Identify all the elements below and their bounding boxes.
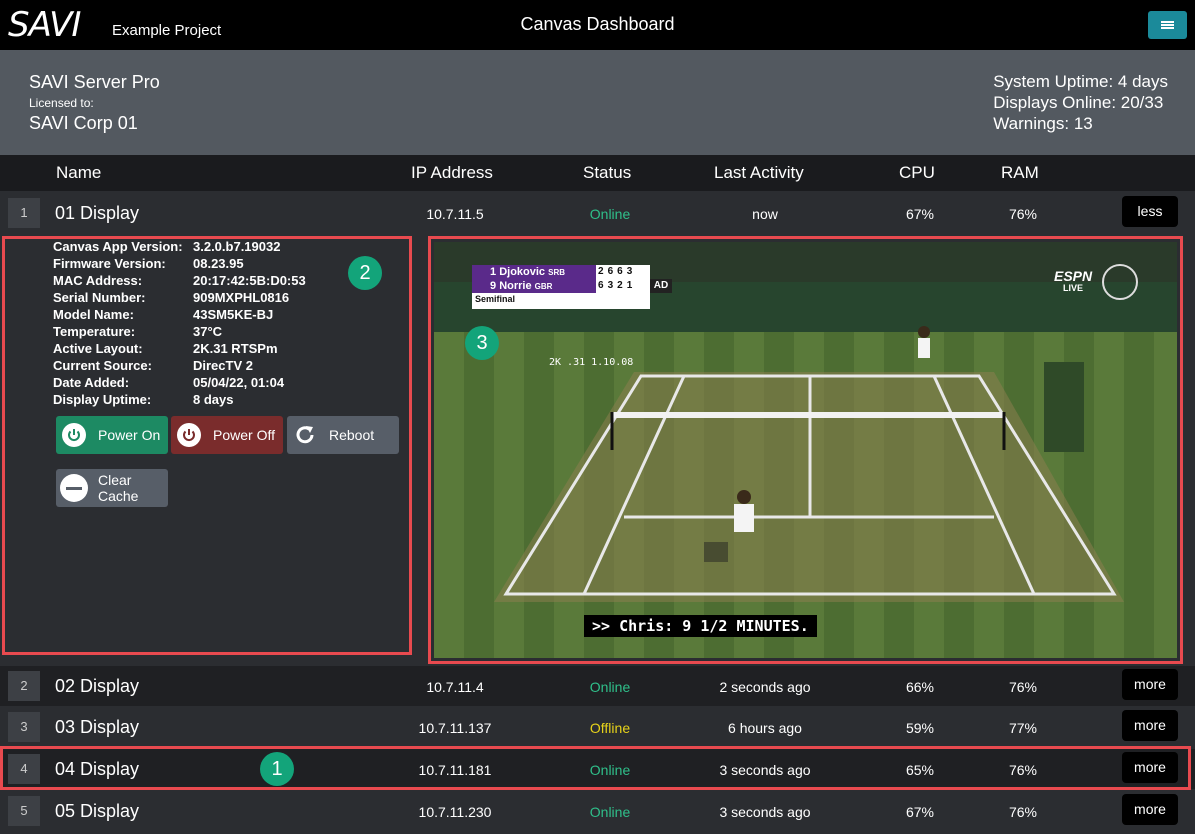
more-button[interactable]: more — [1122, 710, 1178, 741]
licensed-label: Licensed to: — [29, 96, 94, 110]
cpu-usage: 67% — [905, 206, 935, 222]
last-activity: 3 seconds ago — [719, 762, 811, 778]
cpu-usage: 65% — [905, 762, 935, 778]
live-preview-box: 1 Djokovic SRB 9 Norrie GBR 2663 6321 AD… — [428, 236, 1183, 664]
ip-address: 10.7.11.230 — [418, 804, 492, 820]
server-summary: SAVI Server Pro Licensed to: SAVI Corp 0… — [0, 50, 1195, 155]
row-index: 4 — [8, 754, 40, 784]
row-index: 2 — [8, 671, 40, 701]
status-badge: Online — [589, 762, 631, 778]
col-ram[interactable]: RAM — [1001, 163, 1039, 183]
ram-usage: 76% — [1008, 679, 1038, 695]
hamburger-menu-button[interactable] — [1148, 11, 1187, 39]
live-video-preview[interactable]: 1 Djokovic SRB 9 Norrie GBR 2663 6321 AD… — [434, 242, 1177, 658]
warnings-count: Warnings: 13 — [993, 114, 1093, 133]
display-name: 05 Display — [55, 801, 140, 821]
less-button[interactable]: less — [1122, 196, 1178, 227]
cpu-usage: 67% — [905, 804, 935, 820]
system-stats: System Uptime: 4 days Displays Online: 2… — [993, 71, 1168, 134]
col-activity[interactable]: Last Activity — [714, 163, 804, 183]
more-button[interactable]: more — [1122, 752, 1178, 783]
row-index: 3 — [8, 712, 40, 742]
reboot-button[interactable]: Reboot — [287, 416, 399, 454]
system-uptime: System Uptime: 4 days — [993, 72, 1168, 91]
licensee-name: SAVI Corp 01 — [29, 113, 138, 133]
hamburger-icon — [1161, 21, 1174, 29]
power-off-button[interactable]: Power Off — [171, 416, 283, 454]
ram-usage: 76% — [1008, 762, 1038, 778]
ram-usage: 76% — [1008, 206, 1038, 222]
callout-badge-2: 2 — [348, 256, 382, 290]
power-icon — [171, 416, 207, 454]
display-detail-panel: Canvas App Version: 3.2.0.b7.19032 Firmwa… — [0, 234, 1195, 666]
cpu-usage: 59% — [905, 720, 935, 736]
last-activity: 6 hours ago — [728, 720, 802, 736]
ram-usage: 76% — [1008, 804, 1038, 820]
displays-online: Displays Online: 20/33 — [993, 93, 1164, 112]
detail-layout: Active Layout: 2K.31 RTSPm — [53, 341, 278, 356]
display-name: 01 Display — [55, 203, 140, 223]
scoreboard: 1 Djokovic SRB 9 Norrie GBR 2663 6321 AD… — [472, 265, 672, 309]
display-name: 02 Display — [55, 676, 140, 696]
video-overlay-text: 2K .31 1.10.08 — [549, 357, 634, 368]
status-badge: Online — [589, 206, 631, 222]
display-name: 03 Display — [55, 717, 140, 737]
detail-app-version: Canvas App Version: 3.2.0.b7.19032 — [53, 239, 281, 254]
detail-temperature: Temperature: 37°C — [53, 324, 223, 339]
cpu-usage: 66% — [905, 679, 935, 695]
ip-address: 10.7.11.5 — [426, 206, 484, 222]
last-activity: 2 seconds ago — [719, 679, 811, 695]
display-name: 04 Display — [55, 759, 140, 779]
col-name[interactable]: Name — [56, 163, 101, 183]
detail-source: Current Source: DirecTV 2 — [53, 358, 253, 373]
last-activity: 3 seconds ago — [719, 804, 811, 820]
ram-usage: 77% — [1008, 720, 1038, 736]
table-row[interactable]: 3 03 Display 10.7.11.137 Offline 6 hours… — [0, 707, 1195, 747]
video-caption: >> Chris: 9 1/2 MINUTES. — [584, 615, 817, 637]
callout-badge-3: 3 — [465, 326, 499, 360]
col-status[interactable]: Status — [583, 163, 631, 183]
ip-address: 10.7.11.181 — [418, 762, 492, 778]
callout-badge-1: 1 — [260, 752, 294, 786]
detail-date-added: Date Added: 05/04/22, 01:04 — [53, 375, 285, 390]
detail-firmware: Firmware Version: 08.23.95 — [53, 256, 244, 271]
power-icon — [56, 416, 92, 454]
detail-mac: MAC Address: 20:17:42:5B:D0:53 — [53, 273, 306, 288]
ip-address: 10.7.11.4 — [426, 679, 484, 695]
table-row[interactable]: 1 01 Display 10.7.11.5 Online now 67% 76… — [0, 193, 1195, 233]
table-header: Name IP Address Status Last Activity CPU… — [0, 155, 1195, 191]
server-name: SAVI Server Pro — [29, 72, 160, 92]
power-on-button[interactable]: Power On — [56, 416, 168, 454]
row-index: 1 — [8, 198, 40, 228]
detail-uptime: Display Uptime: 8 days — [53, 392, 234, 407]
table-row[interactable]: 2 02 Display 10.7.11.4 Online 2 seconds … — [0, 666, 1195, 706]
col-ip[interactable]: IP Address — [411, 163, 493, 183]
ip-address: 10.7.11.137 — [418, 720, 492, 736]
more-button[interactable]: more — [1122, 794, 1178, 825]
status-badge: Online — [589, 804, 631, 820]
clear-cache-button[interactable]: Clear Cache — [56, 469, 168, 507]
top-bar: SAVI Example Project Canvas Dashboard — [0, 0, 1195, 50]
detail-serial: Serial Number: 909MXPHL0816 — [53, 290, 290, 305]
col-cpu[interactable]: CPU — [899, 163, 935, 183]
minus-circle-icon — [56, 469, 92, 507]
espn-logo: ESPN LIVE — [1054, 268, 1093, 293]
table-row[interactable]: 5 05 Display 10.7.11.230 Online 3 second… — [0, 791, 1195, 834]
wimbledon-logo — [1102, 264, 1138, 300]
status-badge: Offline — [589, 720, 631, 736]
status-badge: Online — [589, 679, 631, 695]
table-row[interactable]: 4 04 Display 10.7.11.181 Online 3 second… — [0, 749, 1195, 789]
refresh-icon — [287, 416, 323, 454]
row-index: 5 — [8, 796, 40, 826]
detail-model: Model Name: 43SM5KE-BJ — [53, 307, 274, 322]
page-title: Canvas Dashboard — [520, 14, 675, 34]
last-activity: now — [752, 206, 778, 222]
more-button[interactable]: more — [1122, 669, 1178, 700]
